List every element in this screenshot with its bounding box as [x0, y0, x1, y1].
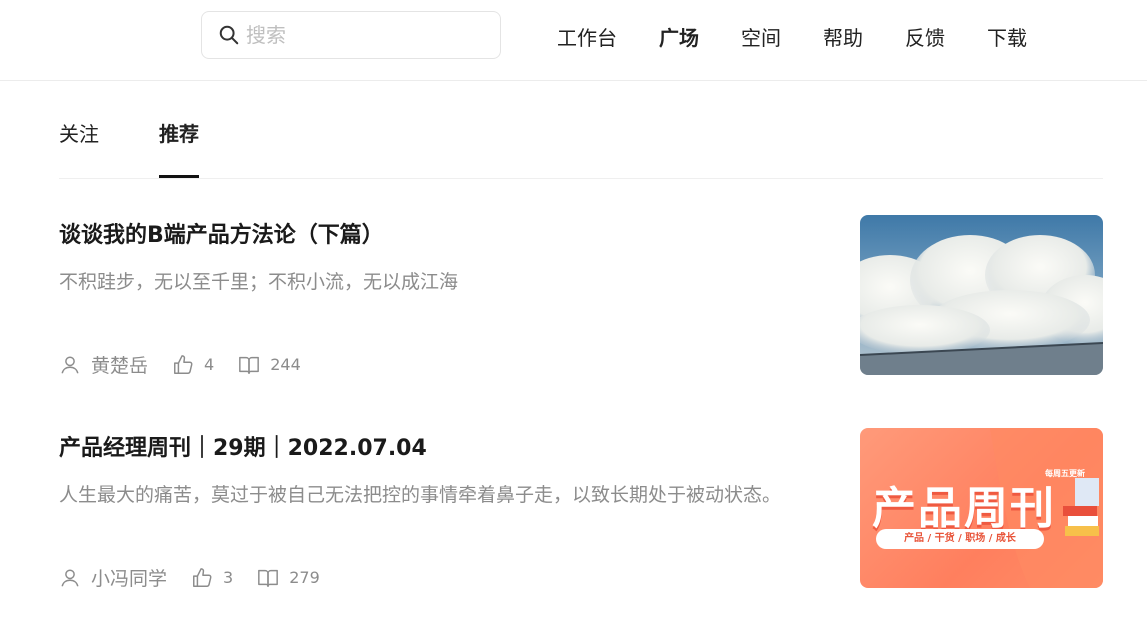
- article-card[interactable]: 产品经理周刊｜29期｜2022.07.04 人生最大的痛苦，莫过于被自己无法把控…: [59, 428, 1103, 591]
- sky-clouds-image: [860, 215, 1103, 375]
- tab-recommended[interactable]: 推荐: [159, 114, 199, 178]
- reads: 244: [238, 354, 301, 376]
- weekly-cover: 每周五更新 产品周刊 产品 / 干货 / 职场 / 成长: [860, 428, 1103, 588]
- article-meta: 黄楚岳 4 244: [59, 351, 325, 378]
- likes[interactable]: 3: [191, 567, 233, 589]
- like-count: 3: [223, 568, 234, 587]
- user-icon: [61, 355, 79, 373]
- book-icon: [239, 356, 260, 374]
- author-name: 小冯同学: [91, 568, 168, 590]
- top-header: 工作台 广场 空间 帮助 反馈 下载: [0, 0, 1147, 81]
- article-meta: 小冯同学 3 279: [59, 564, 344, 591]
- book-icon: [258, 569, 279, 587]
- cover-headline: 产品周刊: [872, 483, 1056, 534]
- top-nav: 工作台 广场 空间 帮助 反馈 下载: [557, 23, 1069, 53]
- article-description: 人生最大的痛苦，莫过于被自己无法把控的事情牵着鼻子走，以致长期处于被动状态。: [59, 484, 782, 506]
- search-box[interactable]: [201, 11, 501, 59]
- feed-tabs: 关注 推荐: [59, 114, 1103, 179]
- thumbs-up-icon: [193, 567, 212, 587]
- article-card[interactable]: 谈谈我的B端产品方法论（下篇） 不积跬步，无以至千里；不积小流，无以成江海 黄楚…: [59, 215, 1103, 378]
- author-name: 黄楚岳: [91, 355, 149, 377]
- nav-plaza[interactable]: 广场: [659, 23, 699, 53]
- nav-workbench[interactable]: 工作台: [557, 23, 617, 53]
- nav-space[interactable]: 空间: [741, 23, 781, 53]
- nav-feedback[interactable]: 反馈: [905, 23, 945, 53]
- search-input[interactable]: [246, 23, 466, 47]
- tab-following[interactable]: 关注: [59, 114, 99, 178]
- nav-download[interactable]: 下载: [987, 23, 1027, 53]
- reads: 279: [257, 567, 320, 589]
- thumbs-up-icon: [174, 354, 193, 374]
- article-thumbnail-weekly[interactable]: 每周五更新 产品周刊 产品 / 干货 / 职场 / 成长: [860, 428, 1103, 588]
- nav-help[interactable]: 帮助: [823, 23, 863, 53]
- article-description: 不积跬步，无以至千里；不积小流，无以成江海: [59, 271, 459, 293]
- cover-subline: 产品 / 干货 / 职场 / 成长: [876, 529, 1044, 549]
- user-icon: [61, 568, 79, 586]
- article-title[interactable]: 谈谈我的B端产品方法论（下篇）: [59, 221, 819, 251]
- like-count: 4: [204, 355, 215, 374]
- likes[interactable]: 4: [172, 354, 214, 376]
- author[interactable]: 小冯同学: [59, 564, 167, 591]
- read-count: 279: [289, 568, 320, 587]
- author[interactable]: 黄楚岳: [59, 351, 148, 378]
- article-thumbnail-sky[interactable]: [860, 215, 1103, 375]
- article-title[interactable]: 产品经理周刊｜29期｜2022.07.04: [59, 434, 819, 464]
- read-count: 244: [270, 355, 301, 374]
- search-icon: [219, 25, 239, 45]
